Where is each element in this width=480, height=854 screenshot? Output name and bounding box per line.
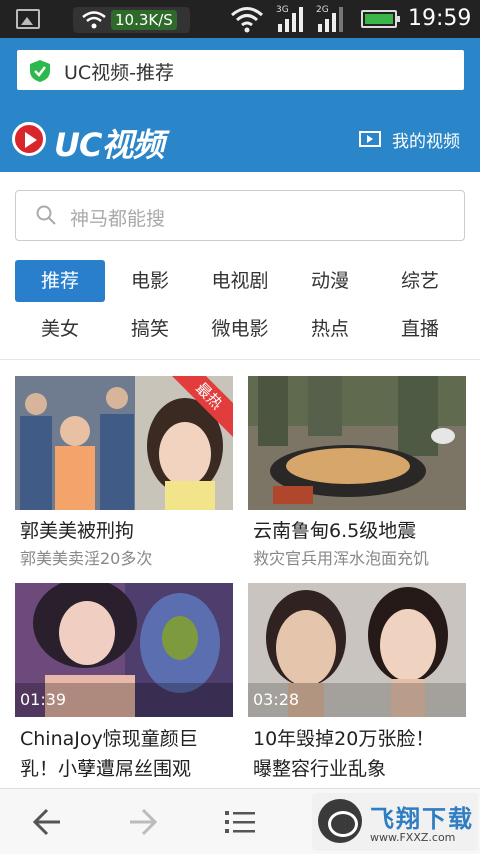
video-subtitle: 救灾官兵用浑水泡面充饥	[253, 549, 430, 568]
wifi-icon	[231, 7, 263, 33]
my-video-label: 我的视频	[392, 131, 460, 152]
tab-beauty[interactable]: 美女	[15, 308, 105, 350]
image-icon	[16, 9, 40, 29]
network-type-label: 2G	[316, 5, 329, 15]
speed-text: 10.3K/S	[111, 10, 177, 30]
shield-check-icon	[30, 60, 50, 82]
watermark-logo-icon	[318, 799, 362, 843]
play-icon	[359, 131, 381, 147]
video-thumbnail[interactable]: 03:28	[248, 583, 466, 717]
address-bar[interactable]: UC视频-推荐	[17, 50, 464, 90]
tab-anime[interactable]: 动漫	[285, 260, 375, 302]
video-thumbnail[interactable]	[248, 376, 466, 510]
video-duration: 01:39	[20, 690, 67, 709]
video-title[interactable]: 郭美美被刑拘	[20, 516, 134, 543]
thumbnail-image	[248, 376, 466, 510]
bottom-navigation: 飞翔下载 www.FXXZ.com	[0, 788, 480, 854]
battery-icon	[361, 10, 400, 28]
video-thumbnail[interactable]: 01:39	[15, 583, 233, 717]
tab-micro-film[interactable]: 微电影	[195, 308, 285, 350]
uc-video-logo-icon	[12, 122, 46, 156]
forward-arrow-icon[interactable]	[118, 801, 168, 843]
tab-live[interactable]: 直播	[375, 308, 465, 350]
back-arrow-icon[interactable]	[22, 801, 72, 843]
video-title-line2[interactable]: 乳！小孽遭屌丝围观	[20, 754, 191, 781]
network-speed-indicator: 10.3K/S	[73, 7, 190, 33]
signal-2g-icon: 2G	[314, 4, 344, 38]
watermark-text: 飞翔下载	[370, 805, 474, 833]
video-duration: 03:28	[253, 690, 300, 709]
my-video-button[interactable]: 我的视频	[359, 126, 460, 152]
search-input[interactable]: 神马都能搜	[15, 190, 465, 241]
search-icon	[36, 205, 56, 225]
site-logo-text[interactable]: UC视频	[54, 120, 164, 166]
site-header: UC视频 我的视频	[0, 106, 480, 172]
video-thumbnail[interactable]: 最热	[15, 376, 233, 510]
tab-funny[interactable]: 搞笑	[105, 308, 195, 350]
address-bar-container: UC视频-推荐	[0, 38, 480, 106]
video-title[interactable]: 10年毁掉20万张脸！	[253, 724, 434, 751]
video-title-line2[interactable]: 曝整容行业乱象	[253, 754, 386, 781]
wifi-small-icon	[82, 11, 106, 29]
tab-hot-topics[interactable]: 热点	[285, 308, 375, 350]
divider	[0, 359, 480, 360]
signal-3g-icon: 3G	[274, 4, 304, 38]
video-title[interactable]: ChinaJoy惊现童颜巨	[20, 724, 198, 751]
address-text: UC视频-推荐	[64, 62, 175, 84]
video-subtitle: 郭美美卖淫20多次	[20, 549, 153, 568]
search-placeholder: 神马都能搜	[70, 208, 166, 230]
tab-tv-series[interactable]: 电视剧	[195, 260, 285, 302]
status-bar: 10.3K/S 3G 2G 19:59	[0, 0, 480, 38]
clock: 19:59	[408, 6, 472, 31]
video-title[interactable]: 云南鲁甸6.5级地震	[253, 516, 416, 543]
watermark: 飞翔下载 www.FXXZ.com	[312, 793, 478, 851]
watermark-url: www.FXXZ.com	[370, 831, 456, 844]
menu-icon[interactable]	[215, 801, 265, 843]
tab-variety[interactable]: 综艺	[375, 260, 465, 302]
network-type-label: 3G	[276, 5, 289, 15]
tab-recommend[interactable]: 推荐	[15, 260, 105, 302]
tab-movies[interactable]: 电影	[105, 260, 195, 302]
